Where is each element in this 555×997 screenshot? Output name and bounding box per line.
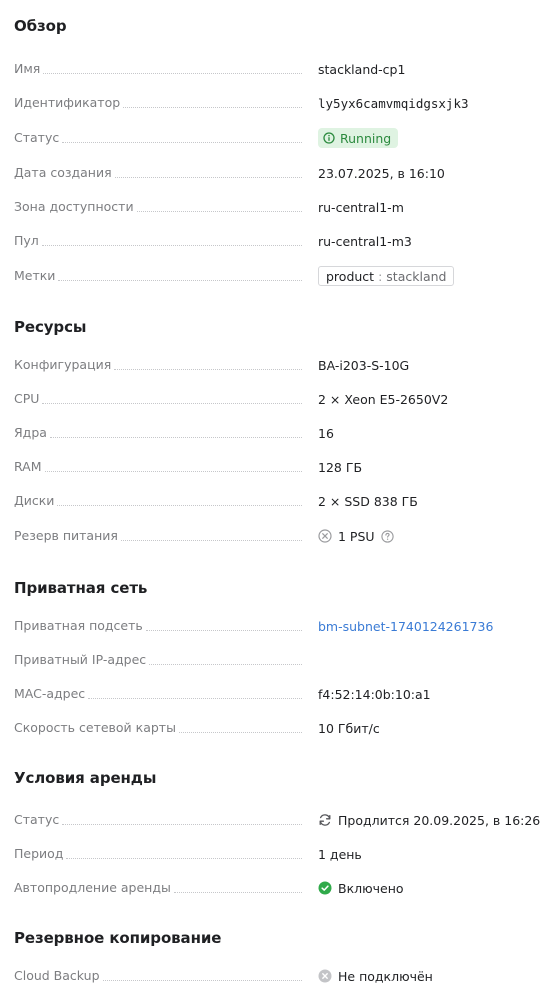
row-created: Дата создания 23.07.2025, в 16:10	[14, 162, 541, 184]
row-autorenew: Автопродление аренды Включено	[14, 877, 541, 899]
close-circle-icon	[318, 529, 332, 543]
cores-value: 16	[318, 425, 334, 441]
ram-value: 128 ГБ	[318, 459, 363, 475]
pool-value: ru-central1-m3	[318, 233, 412, 249]
server-id-value[interactable]: ly5yx6camvmqidgsxjk3	[318, 96, 469, 111]
period-value: 1 день	[318, 846, 362, 862]
row-label: Зона доступности	[14, 199, 134, 214]
row-label: Статус	[14, 812, 60, 827]
section-title-network: Приватная сеть	[14, 579, 148, 597]
status-badge: Running	[318, 128, 399, 148]
row-label: Имя	[14, 61, 41, 76]
row-label: Идентификатор	[14, 95, 121, 110]
row-labels: Метки product : stackland	[14, 265, 541, 287]
row-speed: Скорость сетевой карты 10 Гбит/с	[14, 717, 541, 739]
help-icon[interactable]	[380, 529, 394, 543]
row-zone: Зона доступности ru-central1-m	[14, 196, 541, 218]
row-disks: Диски 2 × SSD 838 ГБ	[14, 490, 541, 512]
row-label: Метки	[14, 268, 56, 283]
row-label: RAM	[14, 459, 42, 474]
row-status: Статус Running	[14, 127, 541, 149]
row-id: Идентификатор ly5yx6camvmqidgsxjk3	[14, 92, 541, 114]
power-value: 1 PSU	[338, 528, 375, 544]
lease-status-value: Продлится 20.09.2025, в 16:26	[338, 812, 541, 828]
cloud-backup-value: Не подключён	[338, 968, 433, 984]
row-subnet: Приватная подсеть bm-subnet-174012426173…	[14, 615, 541, 637]
row-pool: Пул ru-central1-m3	[14, 230, 541, 252]
row-label: Диски	[14, 493, 55, 508]
row-ram: RAM 128 ГБ	[14, 456, 541, 478]
section-title-resources: Ресурсы	[14, 318, 87, 336]
check-circle-icon	[318, 881, 332, 895]
row-label: Пул	[14, 233, 39, 248]
autorenew-value: Включено	[338, 880, 404, 896]
config-value: BA-i203-S-10G	[318, 357, 410, 373]
row-label: Скорость сетевой карты	[14, 720, 176, 735]
row-label: Приватный IP-адрес	[14, 652, 147, 667]
row-cpu: CPU 2 × Xeon E5-2650V2	[14, 388, 541, 410]
row-label: Конфигурация	[14, 357, 112, 372]
row-label: Автопродление аренды	[14, 880, 171, 895]
row-lease-status: Статус Продлится 20.09.2025, в 16:26	[14, 809, 541, 831]
row-period: Период 1 день	[14, 843, 541, 865]
row-cores: Ядра 16	[14, 422, 541, 444]
row-mac: MAC-адрес f4:52:14:0b:10:a1	[14, 683, 541, 705]
tag-value: stackland	[386, 268, 447, 284]
speed-value: 10 Гбит/с	[318, 720, 380, 736]
row-cloud-backup: Cloud Backup Не подключён	[14, 965, 541, 987]
row-label: Cloud Backup	[14, 968, 100, 983]
label-tag[interactable]: product : stackland	[318, 266, 455, 286]
refresh-icon	[318, 813, 332, 827]
row-label: Приватная подсеть	[14, 618, 143, 633]
section-title-backup: Резервное копирование	[14, 929, 222, 947]
info-circle-icon	[323, 132, 335, 144]
tag-separator: :	[378, 268, 383, 284]
tag-key: product	[326, 268, 375, 284]
server-name-value: stackland-cp1	[318, 61, 406, 77]
section-title-lease: Условия аренды	[14, 769, 157, 787]
row-label: Резерв питания	[14, 528, 118, 543]
row-label: Период	[14, 846, 64, 861]
section-title-overview: Обзор	[14, 17, 67, 35]
status-text: Running	[340, 130, 392, 146]
row-label: Статус	[14, 130, 60, 145]
mac-value: f4:52:14:0b:10:a1	[318, 686, 431, 702]
row-power: Резерв питания 1 PSU	[14, 525, 541, 547]
zone-value: ru-central1-m	[318, 199, 404, 215]
row-label: Ядра	[14, 425, 47, 440]
row-config: Конфигурация BA-i203-S-10G	[14, 354, 541, 376]
close-circle-filled-icon	[318, 969, 332, 983]
disks-value: 2 × SSD 838 ГБ	[318, 493, 418, 509]
row-label: MAC-адрес	[14, 686, 86, 701]
row-label: CPU	[14, 391, 40, 406]
subnet-link[interactable]: bm-subnet-1740124261736	[318, 619, 493, 634]
row-name: Имя stackland-cp1	[14, 58, 541, 80]
server-overview-page: Обзор Имя stackland-cp1 Идентификатор ly…	[0, 0, 555, 997]
cpu-value: 2 × Xeon E5-2650V2	[318, 391, 449, 407]
row-ip: Приватный IP-адрес	[14, 649, 541, 671]
row-label: Дата создания	[14, 165, 112, 180]
created-date-value: 23.07.2025, в 16:10	[318, 165, 445, 181]
